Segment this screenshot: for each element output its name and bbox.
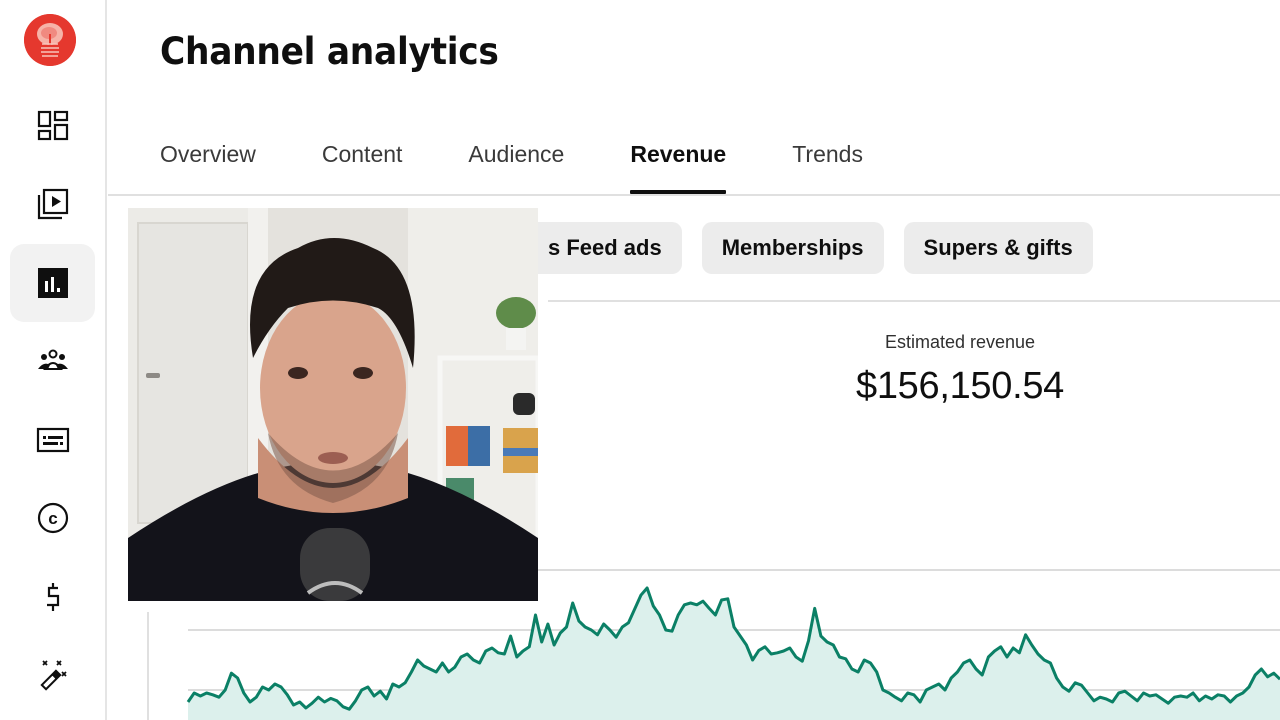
copyright-icon: c	[37, 502, 68, 534]
revenue-source-chips: s Feed ads Memberships Supers & gifts	[520, 222, 1113, 274]
revenue-area-fill	[188, 588, 1280, 720]
presenter-video	[128, 208, 538, 601]
tab-audience[interactable]: Audience	[468, 136, 564, 194]
analytics-icon	[37, 268, 68, 298]
avatar-image	[24, 14, 76, 66]
sidebar-item-content[interactable]	[10, 165, 95, 243]
channel-avatar[interactable]	[24, 14, 76, 66]
tab-trends[interactable]: Trends	[792, 136, 863, 194]
analytics-tabs: Overview Content Audience Revenue Trends	[160, 136, 929, 194]
metric-label: Estimated revenue	[884, 332, 1036, 352]
page-title: Channel analytics	[160, 30, 499, 73]
chip-memberships[interactable]: Memberships	[701, 222, 884, 274]
tabs-divider	[108, 194, 1280, 196]
chip-feed-ads[interactable]: s Feed ads	[520, 222, 682, 274]
content-icon	[37, 188, 68, 220]
chip-supers-gifts[interactable]: Supers & gifts	[903, 222, 1093, 274]
tab-overview[interactable]: Overview	[160, 136, 256, 194]
chips-divider	[548, 300, 1280, 302]
sidebar-item-dashboard[interactable]	[10, 86, 95, 164]
sidebar-item-customization[interactable]	[10, 636, 95, 714]
earn-icon	[46, 583, 59, 611]
tab-revenue[interactable]: Revenue	[630, 136, 726, 194]
tab-content[interactable]: Content	[322, 136, 403, 194]
subtitles-icon	[36, 427, 69, 453]
sidebar-item-copyright[interactable]: c	[10, 479, 95, 557]
svg-text:c: c	[48, 509, 57, 528]
metric-value: $156,150.54	[855, 365, 1065, 407]
sidebar-item-earn[interactable]	[10, 558, 95, 636]
customization-icon	[39, 660, 67, 691]
sidebar-item-community[interactable]	[10, 322, 95, 400]
estimated-revenue-card[interactable]: Estimated revenue $156,150.54	[760, 332, 1160, 408]
sidebar-item-analytics[interactable]	[10, 244, 95, 322]
webcam-overlay	[128, 208, 538, 601]
community-icon	[37, 349, 68, 370]
sidebar-item-subtitles[interactable]	[10, 401, 95, 479]
sidebar: c	[0, 0, 107, 720]
dashboard-icon	[37, 110, 68, 141]
